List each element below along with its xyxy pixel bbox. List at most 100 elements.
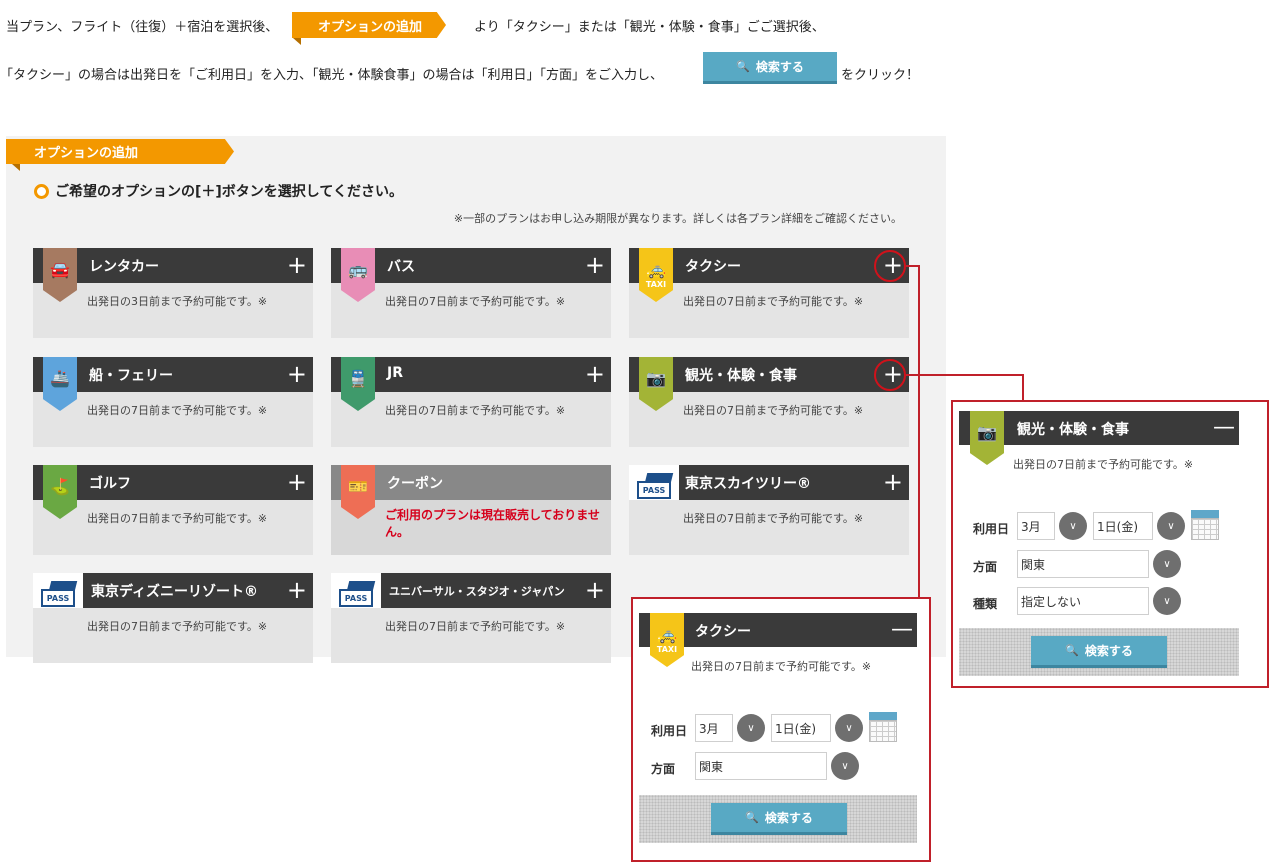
coupon-icon: 🎫: [341, 465, 375, 519]
card-desc: 出発日の7日前まで予約可能です。※: [385, 295, 566, 308]
plus-button[interactable]: +: [585, 576, 605, 604]
type-select[interactable]: 指定しない: [1017, 587, 1149, 615]
chevron-down-icon[interactable]: ∨: [831, 752, 859, 780]
card-desc: 出発日の7日前まで予約可能です。※: [683, 295, 864, 308]
instruction-text-1a: 当プラン、フライト（往復）＋宿泊を選択後、: [6, 20, 279, 35]
card-desc: 出発日の7日前まで予約可能です。※: [87, 620, 268, 633]
calendar-icon[interactable]: [869, 712, 897, 742]
sightseeing-search-button[interactable]: 🔍 検索する: [1031, 636, 1167, 668]
card-title: JR: [387, 365, 403, 381]
date-label: 利用日: [973, 522, 1010, 536]
chevron-down-icon[interactable]: ∨: [1153, 587, 1181, 615]
option-card-sightseeing: 📷 観光・体験・食事 + 出発日の7日前まで予約可能です。※: [629, 357, 909, 447]
magnifier-icon: 🔍: [745, 811, 759, 824]
card-title: 観光・体験・食事: [685, 368, 797, 384]
popup-title: 観光・体験・食事: [1017, 422, 1129, 438]
card-title: レンタカー: [89, 259, 159, 275]
deadline-note: ※一部のプランはお申し込み期限が異なります。詳しくは各プラン詳細をご確認ください…: [453, 212, 902, 225]
area-select[interactable]: 関東: [695, 752, 827, 780]
chevron-down-icon[interactable]: ∨: [1059, 512, 1087, 540]
area-label: 方面: [651, 762, 676, 776]
card-desc: 出発日の7日前まで予約可能です。※: [385, 620, 566, 633]
month-select[interactable]: 3月: [1017, 512, 1055, 540]
card-desc: 出発日の3日前まで予約可能です。※: [87, 295, 268, 308]
popup-desc: 出発日の7日前まで予約可能です。※: [1013, 458, 1194, 471]
sightseeing-expanded-popup: 📷 観光・体験・食事 — 出発日の7日前まで予約可能です。※ 利用日 3月 ∨ …: [951, 400, 1269, 688]
date-label: 利用日: [651, 724, 688, 738]
option-card-taxi: 🚕 TAXI タクシー + 出発日の7日前まで予約可能です。※: [629, 248, 909, 338]
plus-button[interactable]: +: [585, 360, 605, 388]
golf-icon: ⛳: [43, 465, 77, 519]
plus-button[interactable]: +: [287, 251, 307, 279]
option-card-bus: 🚌 バス + 出発日の7日前まで予約可能です。※: [331, 248, 611, 338]
instruction-text-1b: より「タクシー」または「観光・体験・食事」ごご選択後、: [474, 20, 825, 35]
card-title: 船・フェリー: [89, 368, 173, 384]
card-desc: 出発日の7日前まで予約可能です。※: [385, 404, 566, 417]
card-title: 東京ディズニーリゾート®: [91, 584, 259, 600]
sightseeing-plus-highlight: [874, 359, 906, 391]
ring-icon: [34, 183, 49, 199]
train-icon: 🚆: [341, 357, 375, 411]
pass-icon: PASS: [635, 473, 675, 499]
option-card-coupon: 🎫 クーポン ご利用のプランは現在販売しておりません。: [331, 465, 611, 555]
card-title: クーポン: [387, 476, 443, 492]
option-card-disney: PASS 東京ディズニーリゾート® + 出発日の7日前まで予約可能です。※: [33, 573, 313, 663]
option-card-golf: ⛳ ゴルフ + 出発日の7日前まで予約可能です。※: [33, 465, 313, 555]
ribbon-fold: [12, 164, 20, 171]
option-ribbon: オプションの追加: [6, 139, 234, 164]
connector-line: [918, 265, 920, 598]
bus-icon: 🚌: [341, 248, 375, 302]
camera-icon: 📷: [970, 411, 1004, 465]
instruction-text-2b: をクリック！: [841, 68, 920, 83]
popup-desc: 出発日の7日前まで予約可能です。※: [691, 660, 872, 673]
taxi-icon: 🚕 TAXI: [650, 613, 684, 667]
chevron-down-icon[interactable]: ∨: [1157, 512, 1185, 540]
calendar-icon[interactable]: [1191, 510, 1219, 540]
card-desc: 出発日の7日前まで予約可能です。※: [683, 512, 864, 525]
month-select[interactable]: 3月: [695, 714, 733, 742]
option-card-ferry: 🚢 船・フェリー + 出発日の7日前まで予約可能です。※: [33, 357, 313, 447]
day-select[interactable]: 1日(金): [771, 714, 831, 742]
chevron-down-icon[interactable]: ∨: [835, 714, 863, 742]
magnifier-icon: 🔍: [736, 60, 750, 73]
taxi-search-button[interactable]: 🔍 検索する: [711, 803, 847, 835]
chevron-down-icon[interactable]: ∨: [737, 714, 765, 742]
card-title: タクシー: [685, 259, 741, 275]
chevron-down-icon[interactable]: ∨: [1153, 550, 1181, 578]
plus-button[interactable]: +: [883, 468, 903, 496]
area-label: 方面: [973, 560, 998, 574]
card-desc: 出発日の7日前まで予約可能です。※: [683, 404, 864, 417]
pass-icon: PASS: [337, 581, 377, 607]
taxi-expanded-popup: 🚕 TAXI タクシー — 出発日の7日前まで予約可能です。※ 利用日 3月 ∨ …: [631, 597, 931, 862]
sightseeing-search-label: 検索する: [1084, 644, 1133, 658]
area-select[interactable]: 関東: [1017, 550, 1149, 578]
add-option-tag: オプションの追加: [292, 12, 447, 38]
sample-search-button[interactable]: 🔍 検索する: [703, 52, 837, 84]
plus-button[interactable]: +: [287, 576, 307, 604]
car-icon: 🚘: [43, 248, 77, 302]
option-card-jr: 🚆 JR + 出発日の7日前まで予約可能です。※: [331, 357, 611, 447]
collapse-button[interactable]: —: [1213, 416, 1235, 440]
option-card-skytree: PASS 東京スカイツリー® + 出発日の7日前まで予約可能です。※: [629, 465, 909, 555]
plus-button[interactable]: +: [585, 251, 605, 279]
magnifier-icon: 🔍: [1065, 644, 1079, 657]
type-label: 種類: [973, 597, 998, 611]
collapse-button[interactable]: —: [891, 618, 913, 642]
ship-icon: 🚢: [43, 357, 77, 411]
taxi-plus-highlight: [874, 250, 906, 282]
card-title: バス: [387, 259, 415, 275]
card-title: ユニバーサル・スタジオ・ジャパン: [389, 585, 565, 598]
instruction-text-2a: 「タクシー」の場合は出発日を「ご利用日」を入力、「観光・体験食事」の場合は「利用…: [0, 68, 664, 83]
tag-fold: [293, 38, 301, 45]
card-desc: ご利用のプランは現在販売しておりません。: [385, 508, 600, 539]
card-desc: 出発日の7日前まで予約可能です。※: [87, 404, 268, 417]
plus-button[interactable]: +: [287, 468, 307, 496]
card-title: 東京スカイツリー®: [685, 476, 811, 492]
connector-line: [906, 374, 1024, 376]
camera-icon: 📷: [639, 357, 673, 411]
plus-button[interactable]: +: [287, 360, 307, 388]
card-title: ゴルフ: [89, 476, 131, 492]
day-select[interactable]: 1日(金): [1093, 512, 1153, 540]
option-heading: ご希望のオプションの[＋]ボタンを選択してください。: [34, 181, 403, 201]
option-heading-text: ご希望のオプションの[＋]ボタンを選択してください。: [55, 184, 403, 200]
